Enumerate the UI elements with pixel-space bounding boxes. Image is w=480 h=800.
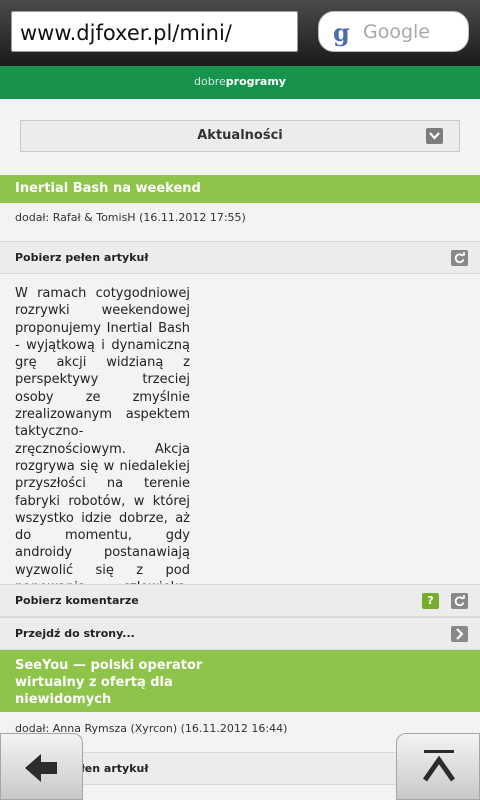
site-logo-light: dobre bbox=[194, 75, 226, 88]
category-dropdown[interactable]: Aktualności bbox=[20, 120, 460, 152]
goto-page-row[interactable]: Przejdź do strony... bbox=[0, 617, 480, 650]
refresh-icon[interactable] bbox=[451, 250, 468, 266]
scroll-top-button[interactable] bbox=[396, 733, 480, 800]
browser-toolbar: www.djfoxer.pl/mini/ g Google bbox=[0, 0, 480, 66]
site-logo-bold: programy bbox=[225, 75, 286, 88]
chevron-right-icon[interactable] bbox=[451, 626, 468, 642]
back-button[interactable] bbox=[0, 733, 83, 800]
article-title[interactable]: Inertial Bash na weekend bbox=[0, 175, 480, 203]
full-article-row[interactable]: Pobierz pełen artykuł bbox=[0, 241, 480, 274]
article-title-text: SeeYou — polski operator wirtualny z ofe… bbox=[15, 658, 203, 707]
search-box[interactable]: g Google bbox=[318, 11, 469, 52]
back-arrow-icon bbox=[25, 754, 57, 782]
comments-row[interactable]: Pobierz komentarze ? bbox=[0, 584, 480, 617]
site-header: dobreprogramy bbox=[0, 66, 480, 99]
google-logo-icon: g bbox=[333, 18, 350, 47]
goto-page-label: Przejdź do strony... bbox=[15, 627, 135, 640]
scroll-top-icon bbox=[422, 750, 456, 782]
full-article-label: Pobierz pełen artykuł bbox=[15, 251, 149, 264]
article-title[interactable]: SeeYou — polski operator wirtualny z ofe… bbox=[0, 650, 480, 712]
category-selected: Aktualności bbox=[197, 128, 283, 143]
article-lead: W ramach cotygodniowej rozrywki weekendo… bbox=[15, 286, 190, 612]
chevron-down-icon[interactable] bbox=[426, 128, 443, 144]
url-field[interactable]: www.djfoxer.pl/mini/ bbox=[11, 11, 298, 52]
comments-label: Pobierz komentarze bbox=[15, 594, 139, 607]
search-placeholder: Google bbox=[363, 21, 431, 43]
article-meta: dodał: Rafał & TomisH (16.11.2012 17:55) bbox=[15, 211, 246, 224]
help-icon[interactable]: ? bbox=[422, 593, 439, 609]
refresh-icon[interactable] bbox=[451, 593, 468, 609]
